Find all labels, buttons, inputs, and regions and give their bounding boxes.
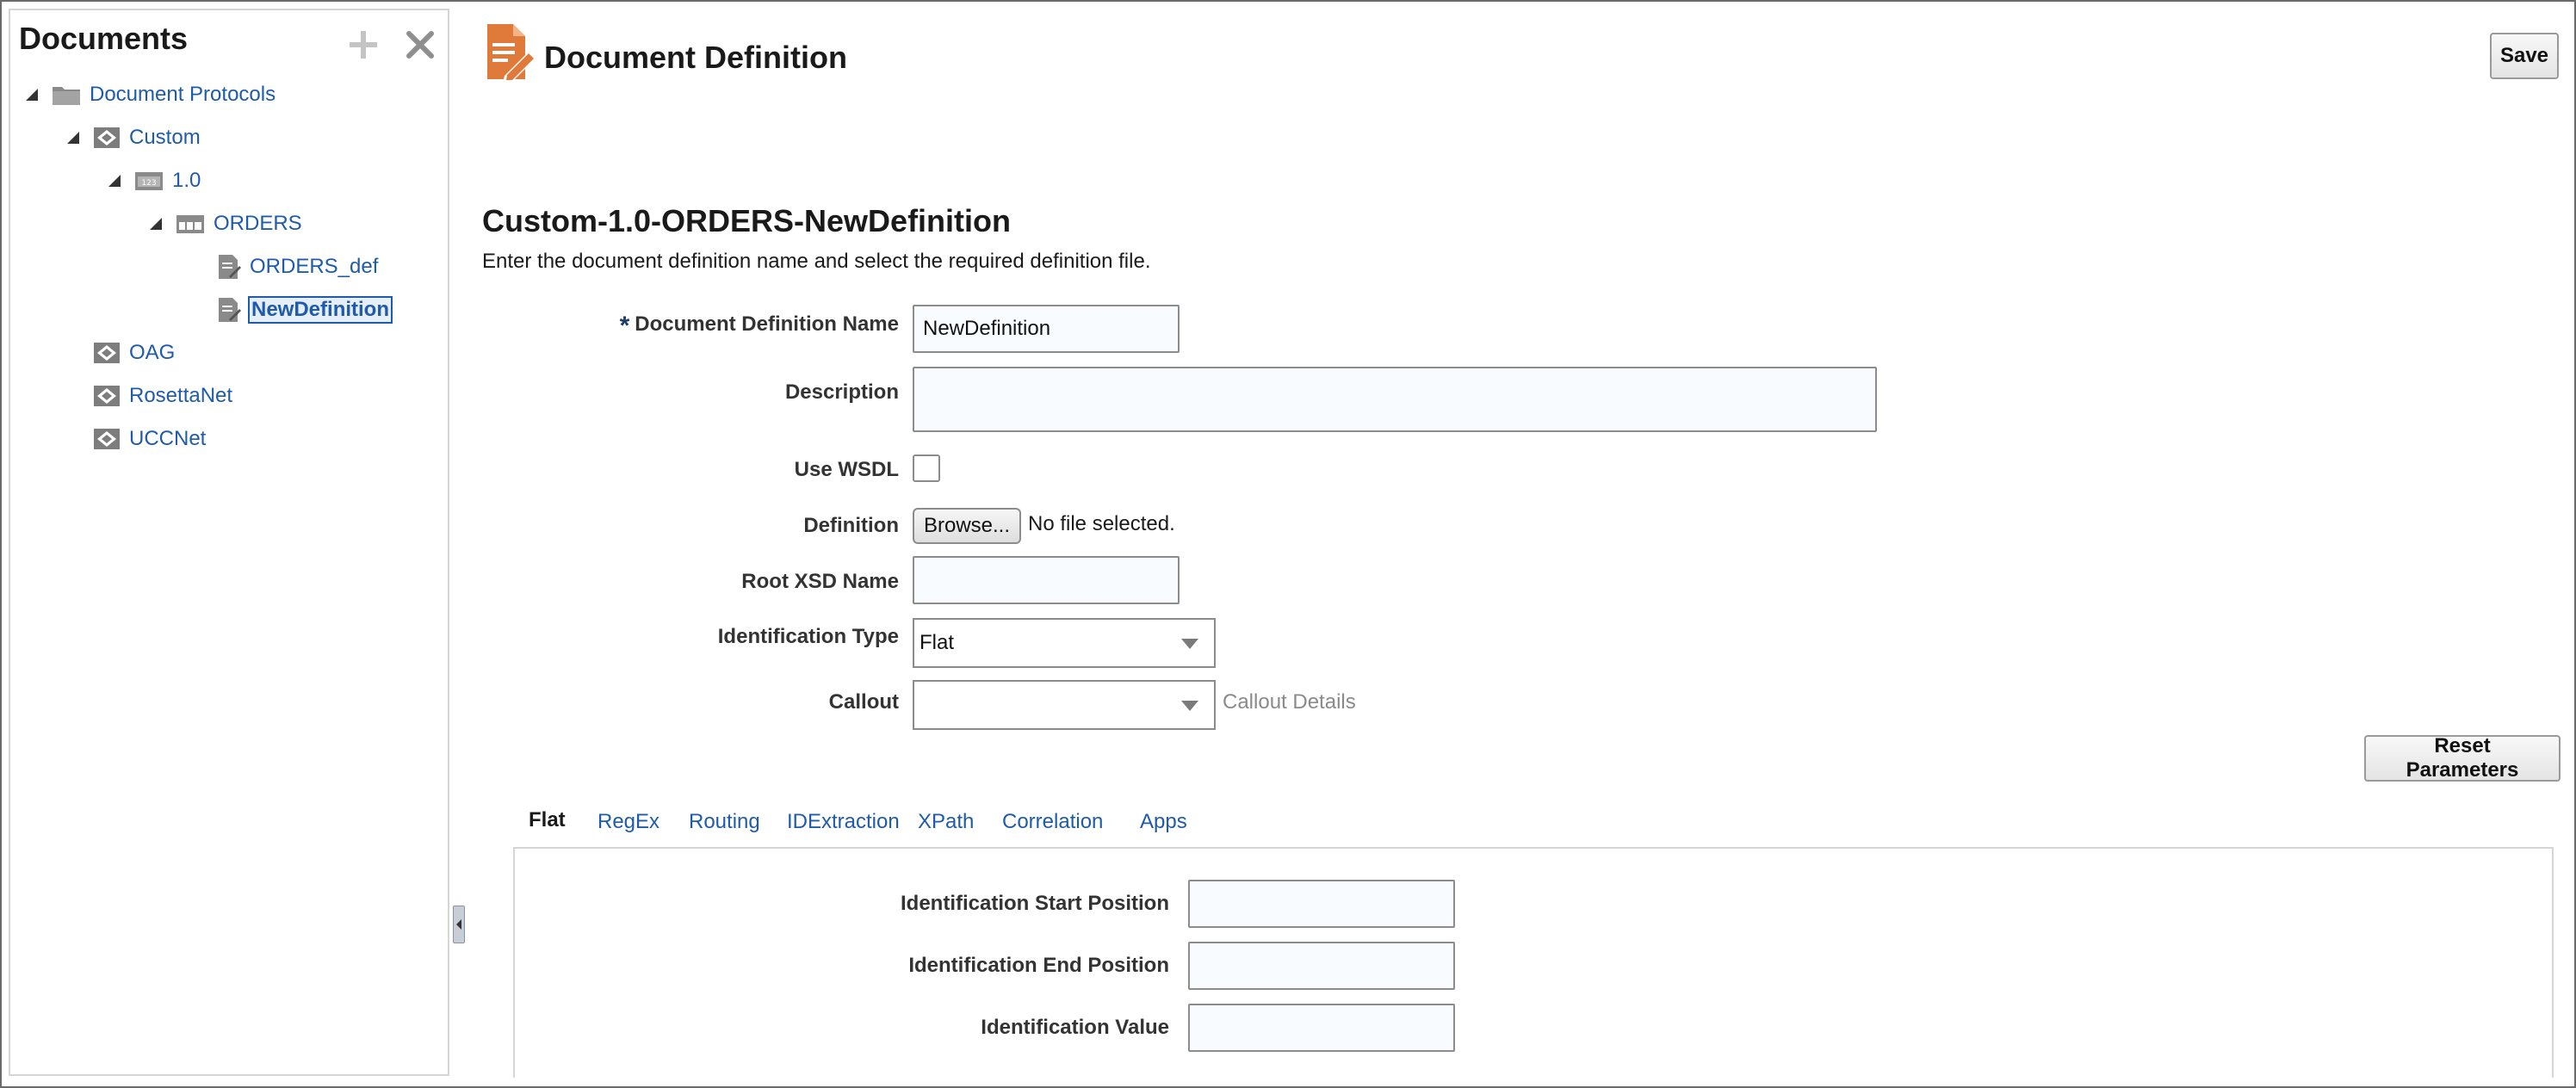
start-position-label: Identification Start Position	[900, 892, 1169, 915]
tab-flat[interactable]: Flat	[513, 792, 581, 852]
tree-item-label[interactable]: ORDERS	[212, 210, 304, 238]
tree-item-label[interactable]: 1.0	[170, 167, 202, 195]
description-textarea[interactable]	[913, 367, 1877, 432]
identification-value-label: Identification Value	[981, 1016, 1169, 1039]
page-title: Document Definition	[544, 40, 847, 75]
delete-icon[interactable]	[401, 26, 439, 64]
callout-label: Callout	[828, 690, 899, 714]
tree-item-new-definition[interactable]: NewDefinition	[186, 293, 393, 327]
name-label: * Document Definition Name	[468, 312, 899, 341]
save-button[interactable]: Save	[2490, 33, 2559, 79]
tree-item-orders-def[interactable]: ORDERS_def	[186, 250, 380, 284]
definition-icon	[217, 254, 241, 280]
tree-item-label[interactable]: UCCNet	[127, 425, 207, 453]
svg-text:123: 123	[141, 179, 156, 188]
collapse-panel-handle[interactable]	[453, 906, 465, 943]
tree-item-label[interactable]: ORDERS_def	[248, 253, 380, 281]
required-marker: *	[619, 312, 630, 340]
expanded-triangle-icon[interactable]	[21, 83, 43, 106]
description-label: Description	[784, 380, 899, 404]
dropdown-arrow-icon	[1181, 701, 1198, 711]
identification-value-input[interactable]	[1188, 1004, 1455, 1052]
expanded-triangle-icon[interactable]	[103, 170, 126, 192]
tab-idextraction[interactable]: IDExtraction	[771, 792, 915, 852]
instructions-text: Enter the document definition name and s…	[482, 250, 1151, 273]
reset-parameters-button[interactable]: Reset Parameters	[2364, 734, 2561, 782]
tree-item-uccnet[interactable]: UCCNet	[62, 422, 207, 456]
browse-button[interactable]: Browse...	[913, 508, 1021, 544]
document-edit-icon	[484, 22, 537, 87]
tree-item-oag[interactable]: OAG	[62, 336, 176, 370]
definition-section-title: Custom-1.0-ORDERS-NewDefinition	[482, 203, 1012, 238]
end-position-label: Identification End Position	[908, 954, 1169, 977]
tab-xpath[interactable]: XPath	[902, 792, 989, 852]
tree-item-label[interactable]: NewDefinition	[248, 296, 393, 324]
tree-item-orders[interactable]: ORDERS	[145, 207, 304, 241]
tree-item-custom[interactable]: Custom	[62, 121, 202, 155]
expanded-triangle-icon[interactable]	[62, 127, 84, 149]
folder-icon	[52, 83, 81, 106]
definition-name-input[interactable]	[913, 305, 1180, 353]
root-xsd-label: Root XSD Name	[741, 570, 899, 593]
protocol-icon	[93, 127, 121, 149]
tab-routing[interactable]: Routing	[673, 792, 776, 852]
identification-type-select[interactable]: Flat	[913, 618, 1216, 668]
protocol-icon	[93, 342, 121, 364]
name-label-text: Document Definition Name	[635, 312, 899, 336]
expanded-triangle-icon[interactable]	[145, 213, 167, 235]
tree-item-label[interactable]: Document Protocols	[88, 81, 277, 108]
version-icon: 123	[134, 170, 164, 192]
root-xsd-input[interactable]	[913, 556, 1180, 604]
identification-type-value: Flat	[920, 631, 955, 654]
dropdown-arrow-icon	[1181, 639, 1198, 649]
protocol-icon	[93, 428, 121, 450]
use-wsdl-label: Use WSDL	[794, 458, 899, 481]
callout-select[interactable]	[913, 680, 1216, 730]
tree-item-version-1-0[interactable]: 123 1.0	[103, 164, 202, 198]
definition-label: Definition	[803, 514, 899, 537]
protocol-icon	[93, 385, 121, 407]
definition-icon	[217, 297, 241, 323]
tab-apps[interactable]: Apps	[1124, 792, 1203, 852]
tree-item-document-protocols[interactable]: Document Protocols	[21, 77, 277, 112]
tree-item-label[interactable]: Custom	[127, 124, 202, 151]
start-position-input[interactable]	[1188, 880, 1455, 928]
tree-item-label[interactable]: OAG	[127, 339, 176, 367]
add-icon[interactable]	[344, 26, 382, 64]
tree-item-rosettanet[interactable]: RosettaNet	[62, 379, 234, 413]
use-wsdl-checkbox[interactable]	[913, 454, 940, 482]
tab-regex[interactable]: RegEx	[582, 792, 675, 852]
document-definition-panel: Document Definition Save Custom-1.0-ORDE…	[465, 9, 2566, 1078]
tab-bar: Flat RegEx Routing IDExtraction XPath Co…	[513, 792, 2562, 852]
chevron-left-icon	[456, 919, 461, 930]
documents-panel: Documents Document Protocols Custom 123 …	[9, 9, 449, 1076]
document-type-icon	[176, 213, 205, 235]
no-file-text: No file selected.	[1028, 512, 1175, 535]
end-position-input[interactable]	[1188, 942, 1455, 990]
tab-correlation[interactable]: Correlation	[987, 792, 1118, 852]
identification-type-label: Identification Type	[717, 625, 899, 648]
callout-details-link[interactable]: Callout Details	[1223, 690, 1356, 714]
tree-item-label[interactable]: RosettaNet	[127, 382, 234, 410]
flat-tab-panel: Identification Start Position Identifica…	[513, 847, 2554, 1078]
panel-title: Documents	[19, 21, 189, 56]
